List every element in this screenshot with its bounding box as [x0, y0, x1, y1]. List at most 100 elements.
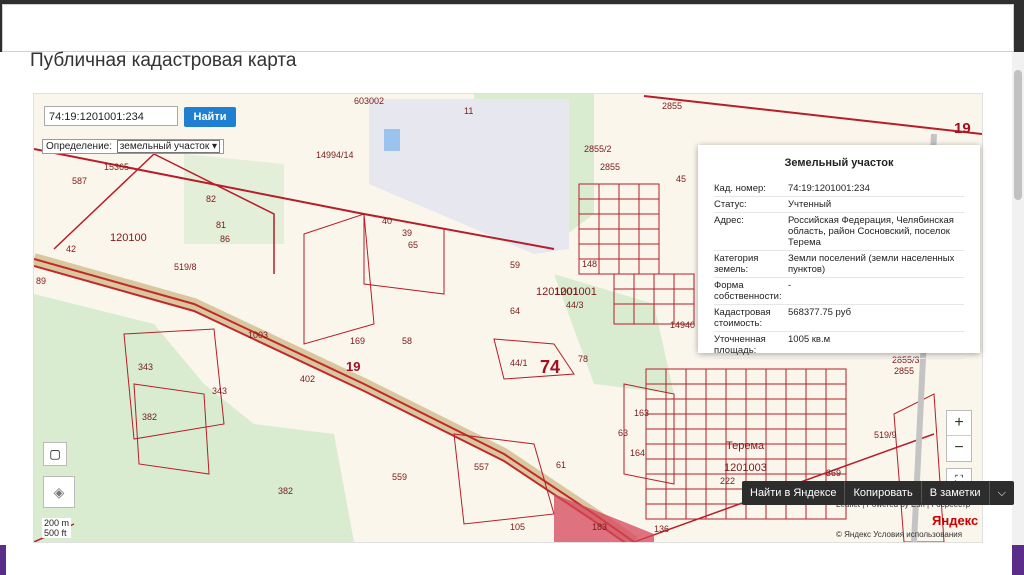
popup-row-key: Кадастровая стоимость:: [714, 307, 771, 329]
map-label: 82: [206, 194, 217, 204]
map-label: 559: [392, 472, 408, 482]
map-label: 64: [510, 306, 521, 316]
yandex-logo: Яндекс: [932, 513, 979, 528]
bottom-right-strip: [1012, 545, 1024, 575]
map-label: 2855: [894, 366, 915, 376]
highlighted-zone: [554, 494, 654, 542]
water-pond: [384, 129, 400, 151]
map-label: 382: [278, 486, 294, 496]
popup-row: Уточненная площадь: 1005 кв.м: [714, 332, 964, 359]
definition-select-row[interactable]: Определение: земельный участок ▾: [42, 139, 225, 154]
map-label: 45: [676, 174, 687, 184]
map-label: 169: [350, 336, 366, 346]
zoom-control: + −: [946, 410, 972, 462]
map-label: 369: [826, 468, 842, 478]
zoom-out-button[interactable]: −: [947, 436, 971, 460]
map-label: 19: [954, 120, 971, 137]
map-label: 164: [630, 448, 646, 458]
ruler-button[interactable]: ▢: [43, 442, 67, 466]
definition-label: Определение:: [46, 141, 113, 152]
map-label: 343: [212, 386, 228, 396]
map-label: 2855/2: [584, 144, 612, 154]
map-label: 15365: [104, 162, 130, 172]
map-label: 557: [474, 462, 490, 472]
map-label: 40: [382, 216, 393, 226]
map-label: 39: [402, 228, 413, 238]
definition-select[interactable]: земельный участок ▾: [116, 140, 221, 153]
popup-row-value: 568377.75 руб: [788, 307, 852, 318]
map-label: 65: [408, 240, 419, 250]
map-label: 61: [556, 460, 567, 470]
map-label: 81: [216, 220, 227, 230]
popup-row-value: Земли поселений (земли населенных пункто…: [788, 253, 955, 275]
vegetation-area: [184, 154, 284, 244]
parcel-info-popup: Земельный участок Кад. номер: 74:19:12010…: [698, 145, 980, 359]
industrial-area: [369, 99, 569, 254]
map-label: 1201001: [554, 286, 597, 298]
map-label: 1201003: [724, 462, 767, 474]
map-label: 163: [634, 408, 650, 418]
popup-row-key: Категория земель:: [714, 253, 759, 275]
popup-row-value: 74:19:1201001:234: [788, 183, 870, 194]
zoom-in-button[interactable]: +: [947, 411, 971, 436]
map-label: 136: [654, 524, 670, 534]
map-label: 183: [592, 522, 608, 532]
popup-row-key: Статус:: [714, 199, 747, 210]
popup-row: Кадастровая стоимость: 568377.75 руб: [714, 305, 964, 332]
map-label: 89: [36, 276, 47, 286]
definition-selected: земельный участок: [119, 141, 210, 152]
map-label: 44/3: [566, 300, 584, 310]
find-button[interactable]: Найти: [184, 107, 236, 127]
popup-row-value: Учтенный: [788, 199, 832, 210]
scale-bar: 200 m 500 ft: [42, 518, 72, 538]
map-label: 74: [540, 357, 561, 377]
map-label: 19: [346, 359, 361, 374]
popup-row: Категория земель: Земли поселений (земли …: [714, 251, 964, 278]
map-label: 587: [72, 176, 88, 186]
leaflet-credit[interactable]: Leaflet | Powered by Esri | Росреестр: [836, 500, 970, 509]
map-label: 14940: [670, 320, 696, 330]
map-label: Терема: [726, 440, 765, 452]
find-in-yandex-item[interactable]: Найти в Яндексе: [742, 481, 846, 505]
popup-row-key: Уточненная площадь:: [714, 334, 766, 356]
popup-row: Кад. номер: 74:19:1201001:234: [714, 181, 964, 197]
map-label: 59: [510, 260, 521, 270]
popup-row: Статус: Учтенный: [714, 197, 964, 213]
popup-row-key: Кад. номер:: [714, 183, 766, 194]
page-scrollbar-thumb[interactable]: [1014, 70, 1022, 200]
cadastral-number-input[interactable]: 74:19:1201001:234: [44, 106, 178, 126]
popup-row-value: -: [788, 280, 792, 291]
chevron-down-icon[interactable]: ⌵: [990, 481, 1014, 505]
popup-row-key: Адрес:: [714, 215, 744, 226]
map-label: 105: [510, 522, 526, 532]
map-label: 343: [138, 362, 154, 372]
popup-row-value: Российская Федерация, Челябинская област…: [788, 215, 954, 248]
map-label: 78: [578, 354, 589, 364]
map-label: 58: [402, 336, 413, 346]
map-label: 222: [720, 476, 736, 486]
map-label: 2855: [662, 101, 683, 111]
layers-button[interactable]: ◈: [43, 476, 75, 508]
map-label: 519/9: [874, 430, 897, 440]
popup-row-key: Форма собственности:: [714, 280, 782, 302]
popup-row: Адрес: Российская Федерация, Челябинская …: [714, 213, 964, 251]
map-label: 14994/14: [316, 150, 354, 160]
map-label: 42: [66, 244, 77, 254]
popup-row-value: 1005 кв.м: [788, 334, 831, 345]
vegetation-area: [34, 294, 354, 542]
map-copyright[interactable]: © Яндекс Условия использования: [836, 530, 962, 539]
map-label: 519/8: [174, 262, 197, 272]
popup-title: Земельный участок: [784, 157, 894, 169]
top-white-panel: [2, 4, 1014, 52]
map-label: 603002: [354, 96, 385, 106]
map-label: 120100: [110, 232, 147, 244]
popup-row: Форма собственности: -: [714, 278, 964, 305]
map-label: 402: [300, 374, 316, 384]
map-label: 86: [220, 234, 231, 244]
map-label: 382: [142, 412, 158, 422]
scale-meters: 200 m: [44, 518, 70, 528]
scale-feet: 500 ft: [44, 528, 67, 538]
map-label: 11: [464, 106, 474, 116]
page-title: Публичная кадастровая карта: [30, 50, 297, 71]
boundary-line: [643, 95, 982, 135]
